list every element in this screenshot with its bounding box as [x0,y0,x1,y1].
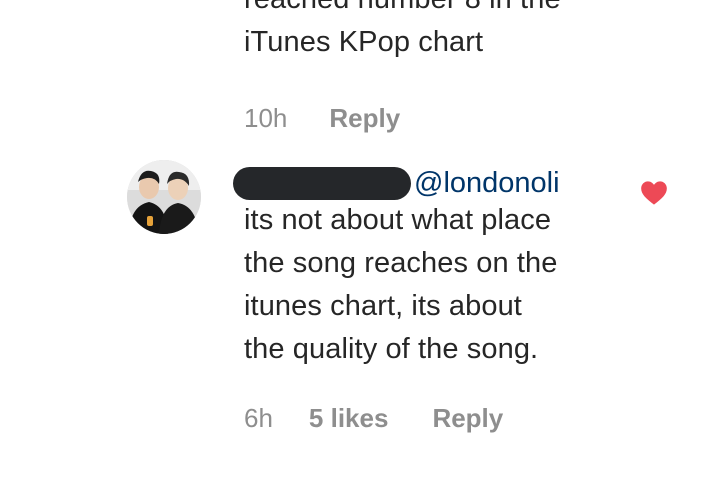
previous-comment-time: 10h [244,103,288,133]
previous-reply-button[interactable]: Reply [329,103,400,134]
avatar[interactable] [127,160,201,234]
previous-comment-text: reached number 8 in the iTunes KPop char… [244,0,561,58]
comment-thread: reached number 8 in the iTunes KPop char… [0,0,720,487]
reply-comment: its not about what place the song reache… [244,199,624,371]
likes-count[interactable]: 5 likes [309,403,389,434]
heart-icon[interactable] [640,180,668,206]
mention-link[interactable]: @londonoli [414,163,560,203]
reply-comment-text: its not about what place the song reache… [244,204,558,365]
reply-comment-time: 6h [244,403,273,433]
previous-comment: reached number 8 in the iTunes KPop char… [244,0,664,64]
redacted-username[interactable] [233,167,411,200]
previous-comment-meta: 10h Reply [244,103,400,134]
two-people-avatar-icon [127,160,201,234]
reply-button[interactable]: Reply [432,403,503,434]
reply-comment-meta: 6h 5 likes Reply [244,403,503,434]
